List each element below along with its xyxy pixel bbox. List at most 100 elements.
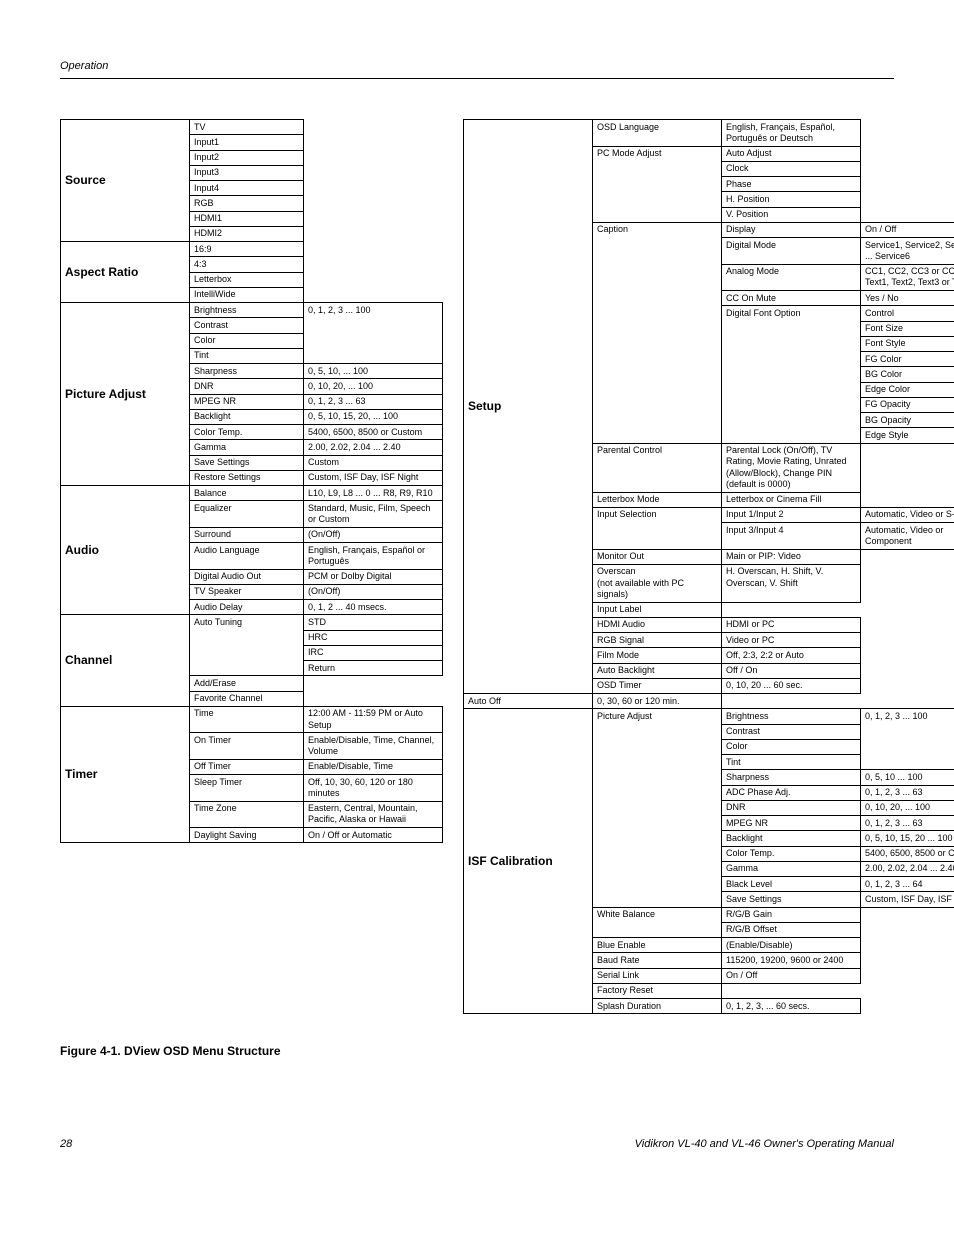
table-cell: Digital Mode xyxy=(722,238,861,265)
table-cell: MPEG NR xyxy=(722,816,861,831)
table-cell: Favorite Channel xyxy=(190,691,304,706)
table-cell: 0, 10, 20, ... 100 xyxy=(861,800,954,815)
table-cell: Baud Rate xyxy=(593,953,722,968)
table-cell: 0, 1, 2 ... 40 msecs. xyxy=(304,600,443,615)
table-cell: HDMI1 xyxy=(190,211,304,226)
audio-label: Audio xyxy=(61,486,190,615)
table-cell: Auto Backlight xyxy=(593,663,722,678)
table-cell: Return xyxy=(304,661,443,676)
table-cell: Clock xyxy=(722,161,861,176)
table-cell: Automatic, Video or S-Video xyxy=(861,507,954,522)
table-cell: OSD Timer xyxy=(593,678,722,693)
table-cell: Sharpness xyxy=(722,770,861,785)
table-cell: Color Temp. xyxy=(722,846,861,861)
table-cell: V. Position xyxy=(722,207,861,222)
table-cell: RGB Signal xyxy=(593,633,722,648)
table-cell: 0, 1, 2, 3, ... 60 secs. xyxy=(722,999,861,1014)
table-cell: 0, 1, 2, 3 ... 100 xyxy=(861,709,954,770)
table-cell: 0, 1, 2, 3 ... 100 xyxy=(304,303,443,364)
table-cell: Save Settings xyxy=(722,892,861,907)
figure-caption: Figure 4-1. DView OSD Menu Structure xyxy=(60,1044,894,1058)
table-cell: Off Timer xyxy=(190,759,304,774)
table-cell: ADC Phase Adj. xyxy=(722,785,861,800)
table-cell: Input2 xyxy=(190,150,304,165)
table-cell: Phase xyxy=(722,177,861,192)
table-cell: 0, 5, 10, 15, 20 ... 100 xyxy=(861,831,954,846)
table-cell: Input3 xyxy=(190,165,304,180)
table-cell: Daylight Saving xyxy=(190,828,304,843)
table-cell: 0, 10, 20 ... 60 sec. xyxy=(722,678,861,693)
table-cell: Time xyxy=(190,706,304,733)
table-cell: Audio Delay xyxy=(190,600,304,615)
table-cell: Input1 xyxy=(190,135,304,150)
table-cell: Letterbox or Cinema Fill xyxy=(722,492,861,507)
table-cell: Input Label xyxy=(593,602,722,617)
table-cell: Brightness xyxy=(722,709,861,724)
table-cell: 16:9 xyxy=(190,242,304,257)
table-cell: Backlight xyxy=(722,831,861,846)
table-cell: Gamma xyxy=(722,861,861,876)
table-cell: Main or PIP: Video xyxy=(722,549,861,564)
table-cell: (On/Off) xyxy=(304,584,443,599)
table-cell: Color xyxy=(190,333,304,348)
table-cell: Overscan (not available with PC signals) xyxy=(593,564,722,602)
table-cell: Parental Lock (On/Off), TV Rating, Movie… xyxy=(722,443,861,492)
table-cell: 2.00, 2.02, 2.04 ... 2.40 xyxy=(304,440,443,455)
table-cell: Sharpness xyxy=(190,364,304,379)
table-cell: Tint xyxy=(190,348,304,363)
table-cell: Analog Mode xyxy=(722,264,861,291)
table-cell: Factory Reset xyxy=(593,983,722,998)
table-cell: Off, 2:3, 2:2 or Auto xyxy=(722,648,861,663)
table-cell: DNR xyxy=(190,379,304,394)
table-cell: Picture Adjust xyxy=(593,709,722,907)
table-cell: Brightness xyxy=(190,303,304,318)
table-cell: 115200, 19200, 9600 or 2400 xyxy=(722,953,861,968)
table-cell: Contrast xyxy=(190,318,304,333)
table-cell: Splash Duration xyxy=(593,999,722,1014)
table-cell: Yes / No xyxy=(861,291,954,306)
table-cell: Enable/Disable, Time xyxy=(304,759,443,774)
source-label: Source xyxy=(61,120,190,242)
table-cell: Custom xyxy=(304,455,443,470)
table-cell: Sleep Timer xyxy=(190,775,304,802)
table-cell: HDMI2 xyxy=(190,226,304,241)
table-cell: L10, L9, L8 ... 0 ... R8, R9, R10 xyxy=(304,486,443,501)
table-cell: Edge Color xyxy=(861,382,954,397)
table-cell: PC Mode Adjust xyxy=(593,146,722,222)
table-cell: Audio Language xyxy=(190,543,304,570)
table-cell: HDMI or PC xyxy=(722,617,861,632)
table-cell: (On/Off) xyxy=(304,527,443,542)
table-cell: Restore Settings xyxy=(190,470,304,485)
table-cell: Film Mode xyxy=(593,648,722,663)
channel-label: Channel xyxy=(61,615,190,707)
table-cell: Balance xyxy=(190,486,304,501)
table-cell: Input Selection xyxy=(593,507,722,549)
table-cell: Parental Control xyxy=(593,443,722,492)
table-cell: PCM or Dolby Digital xyxy=(304,569,443,584)
table-cell: HDMI Audio xyxy=(593,617,722,632)
table-cell: Input4 xyxy=(190,181,304,196)
table-cell: 2.00, 2.02, 2.04 ... 2.40 xyxy=(861,861,954,876)
table-cell: Auto Tuning xyxy=(190,615,304,676)
table-cell: Serial Link xyxy=(593,968,722,983)
table-cell: Gamma xyxy=(190,440,304,455)
table-cell: 5400, 6500, 8500 or Custom xyxy=(304,425,443,440)
table-cell: Font Style xyxy=(861,336,954,351)
table-cell: TV xyxy=(190,120,304,135)
table-cell: Black Level xyxy=(722,877,861,892)
table-cell: 5400, 6500, 8500 or Custom xyxy=(861,846,954,861)
table-cell: IntelliWide xyxy=(190,287,304,302)
table-cell: TV Speaker xyxy=(190,584,304,599)
table-cell: R/G/B Gain xyxy=(722,907,861,922)
table-cell: FG Color xyxy=(861,352,954,367)
table-cell: Font Size xyxy=(861,321,954,336)
table-cell: 0, 1, 2, 3 ... 63 xyxy=(861,785,954,800)
table-cell: Control xyxy=(861,306,954,321)
table-cell: Input 1/Input 2 xyxy=(722,507,861,522)
isf-label: ISF Calibration xyxy=(464,709,593,1014)
aspect-label: Aspect Ratio xyxy=(61,242,190,303)
table-cell: Color Temp. xyxy=(190,425,304,440)
table-cell: Digital Font Option xyxy=(722,306,861,443)
table-cell: Add/Erase xyxy=(190,676,304,691)
table-cell: BG Opacity xyxy=(861,413,954,428)
